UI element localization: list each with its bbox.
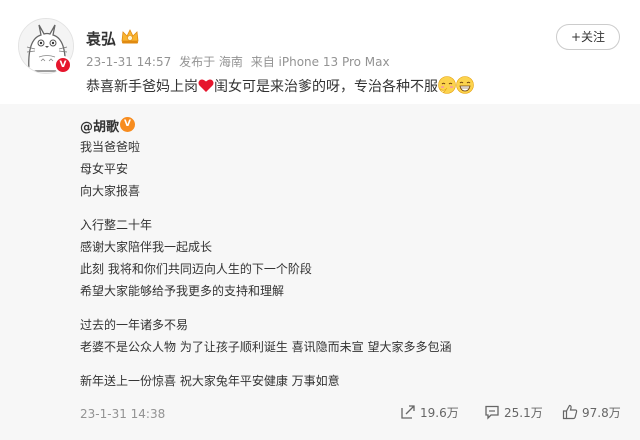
repost-button[interactable]: 19.6万 (400, 404, 459, 421)
repost-author[interactable]: @胡歌 (80, 116, 119, 135)
comment-icon (485, 405, 499, 420)
repost-line: 过去的一年诸多不易 (80, 318, 189, 332)
weibo-post: V 袁弘 23-1-31 14:57 发布于 海南 来自 iPhone 13 P… (0, 0, 640, 440)
comment-count: 25.1万 (504, 406, 543, 420)
repost-card[interactable]: @胡歌 V 我当爸爸啦 母女平安 向大家报喜 入行整二十年 感谢大家陪伴我一起成… (0, 104, 640, 440)
post-text: 恭喜新手爸妈上岗 闺女可是来治爹的呀，专治各种不服 (86, 76, 474, 97)
vip-crown-badge-icon (121, 29, 139, 44)
repost-line: 母女平安 (80, 162, 129, 176)
post-meta: 23-1-31 14:57 发布于 海南 来自 iPhone 13 Pro Ma… (86, 53, 394, 70)
follow-button[interactable]: +关注 (556, 24, 620, 50)
repost-icon (401, 405, 415, 419)
post-text-part1: 恭喜新手爸妈上岗 (86, 79, 198, 95)
shy-emoji-icon (438, 76, 456, 94)
author-name[interactable]: 袁弘 (86, 28, 116, 49)
like-count: 97.8万 (582, 406, 621, 420)
post-text-part2: 闺女可是来治爹的呀，专治各种不服 (214, 79, 438, 95)
repost-line: 希望大家能够给予我更多的支持和理解 (80, 284, 285, 298)
heart-emoji-icon (198, 79, 214, 92)
repost-line: 此刻 我将和你们共同迈向人生的下一个阶段 (80, 262, 312, 276)
repost-line: 入行整二十年 (80, 218, 153, 232)
comment-button[interactable]: 25.1万 (484, 404, 543, 421)
repost-line: 感谢大家陪伴我一起成长 (80, 240, 213, 254)
post-location: 发布于 海南 (179, 55, 243, 69)
repost-time[interactable]: 23-1-31 14:38 (80, 407, 165, 421)
verified-badge-icon: V (120, 117, 135, 132)
post-time[interactable]: 23-1-31 14:57 (86, 55, 171, 69)
grin-emoji-icon (456, 76, 474, 94)
repost-line: 老婆不是公众人物 为了让孩子顺利诞生 喜讯隐而未宣 望大家多多包涵 (80, 340, 452, 354)
follow-label: +关注 (570, 30, 606, 44)
like-icon (562, 404, 578, 420)
post-source: 来自 iPhone 13 Pro Max (250, 55, 390, 69)
repost-line: 向大家报喜 (80, 184, 141, 198)
repost-line: 我当爸爸啦 (80, 140, 141, 154)
repost-count: 19.6万 (420, 406, 459, 420)
repost-line: 新年送上一份惊喜 祝大家兔年平安健康 万事如意 (80, 374, 340, 388)
like-button[interactable]: 97.8万 (562, 404, 621, 421)
verified-badge-icon: V (54, 56, 72, 74)
